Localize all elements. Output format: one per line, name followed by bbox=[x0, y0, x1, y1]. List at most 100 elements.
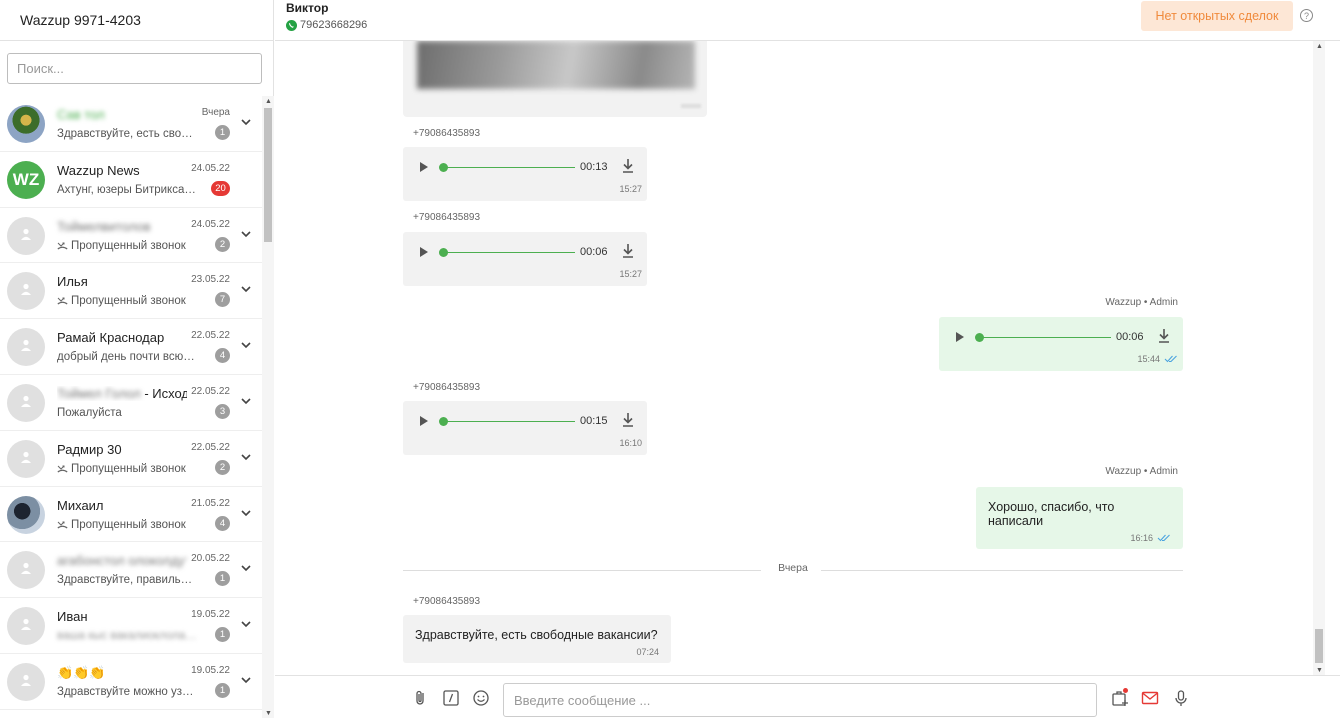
chat-list-item[interactable]: Тоймел Голол - Исход... Пожалуйста 22.05.2… bbox=[0, 375, 262, 431]
message-time: 16:16 bbox=[988, 533, 1171, 543]
chat-list-item[interactable]: 👏👏👏 Здравствуйте можно узна... 19.05.22 1 bbox=[0, 654, 262, 710]
chat-name: Иван bbox=[57, 609, 88, 625]
unread-badge: 1 bbox=[215, 682, 230, 698]
audio-progress-handle[interactable] bbox=[975, 333, 984, 342]
message-area-scrollbar[interactable]: ▲ ▼ bbox=[1313, 41, 1325, 675]
play-icon[interactable] bbox=[420, 416, 428, 426]
scrollbar-thumb[interactable] bbox=[1315, 629, 1323, 663]
chat-name: 👏👏👏 bbox=[57, 664, 106, 680]
image-message[interactable] bbox=[403, 41, 707, 117]
chat-list-item[interactable]: агабонстол олоколдут Здравствуйте, правил… bbox=[0, 542, 262, 599]
avatar bbox=[7, 216, 45, 255]
chat-date: 23.05.22 bbox=[191, 274, 230, 286]
chat-list-item[interactable]: Рамай Краснодар добрый день почти всю н..… bbox=[0, 319, 262, 375]
audio-progress-handle[interactable] bbox=[439, 417, 448, 426]
chat-list-panel: Wazzup 9971-4203 Сав тол Здравствуйте, ес… bbox=[0, 0, 274, 718]
account-title[interactable]: Wazzup 9971-4203 bbox=[0, 0, 273, 41]
audio-progress-track[interactable] bbox=[979, 337, 1111, 338]
mail-icon[interactable] bbox=[1141, 689, 1159, 707]
chat-name: агабонстол олоколдут bbox=[57, 553, 187, 569]
audio-progress-handle[interactable] bbox=[439, 248, 448, 257]
chat-list-item[interactable]: WZ Wazzup News Ахтунг, юзеры Битрикса! ...… bbox=[0, 152, 262, 208]
composer-bar bbox=[275, 675, 1340, 718]
voice-message: 00:13 15:27 bbox=[403, 147, 647, 201]
message-input[interactable] bbox=[503, 683, 1097, 717]
chat-date: 24.05.22 bbox=[191, 162, 230, 174]
scrollbar-thumb[interactable] bbox=[264, 108, 272, 242]
message-sender: +79086435893 bbox=[413, 596, 481, 607]
whatsapp-icon bbox=[286, 19, 297, 31]
chevron-down-icon[interactable] bbox=[240, 339, 252, 351]
chevron-down-icon[interactable] bbox=[240, 618, 252, 630]
download-icon[interactable] bbox=[621, 158, 635, 174]
voice-message: 00:06 15:27 bbox=[403, 232, 647, 286]
emoji-icon[interactable] bbox=[472, 689, 490, 707]
message-sender: Wazzup • Admin bbox=[1105, 297, 1178, 308]
microphone-icon[interactable] bbox=[1172, 689, 1190, 707]
chevron-down-icon[interactable] bbox=[240, 674, 252, 686]
chat-list-item[interactable]: Илья Пропущенный звонок 23.05.22 7 bbox=[0, 263, 262, 320]
chevron-down-icon[interactable] bbox=[240, 395, 252, 407]
voice-message-outgoing: 00:06 15:44 bbox=[939, 317, 1183, 371]
audio-progress-handle[interactable] bbox=[439, 163, 448, 172]
unread-badge: 2 bbox=[215, 236, 230, 252]
avatar-initials: WZ bbox=[12, 169, 40, 189]
help-icon[interactable]: ? bbox=[1300, 9, 1313, 22]
text-message-outgoing[interactable]: Хорошо, спасибо, что написали 16:16 bbox=[976, 487, 1183, 549]
chat-list-item[interactable]: Тоймелвитолов Пропущенный звонок 24.05.22 2 bbox=[0, 208, 262, 264]
search-input[interactable] bbox=[7, 53, 262, 84]
chat-date: 22.05.22 bbox=[191, 441, 230, 453]
image-preview[interactable] bbox=[417, 41, 695, 89]
download-icon[interactable] bbox=[1157, 328, 1171, 344]
message-time: 07:24 bbox=[636, 647, 659, 657]
unread-badge: 4 bbox=[215, 515, 230, 531]
chat-list-item[interactable]: Михаил Пропущенный звонок 21.05.22 4 bbox=[0, 487, 262, 543]
template-icon[interactable] bbox=[442, 689, 460, 707]
chat-list-item[interactable]: Радмир 30 Пропущенный звонок 22.05.22 2 bbox=[0, 431, 262, 487]
chat-preview: Пропущенный звонок bbox=[57, 240, 186, 252]
scroll-up-icon[interactable]: ▲ bbox=[265, 98, 272, 105]
avatar bbox=[7, 607, 45, 646]
avatar bbox=[7, 328, 45, 367]
play-icon[interactable] bbox=[956, 332, 964, 342]
message-time: 15:27 bbox=[619, 184, 642, 194]
play-icon[interactable] bbox=[420, 162, 428, 172]
play-icon[interactable] bbox=[420, 247, 428, 257]
chat-preview: добрый день почти всю н... bbox=[57, 351, 197, 364]
text-message-incoming[interactable]: Здравствуйте, есть свободные вакансии? 0… bbox=[403, 615, 671, 663]
chevron-down-icon[interactable] bbox=[240, 116, 252, 128]
chevron-down-icon[interactable] bbox=[240, 228, 252, 240]
chevron-down-icon[interactable] bbox=[240, 562, 252, 574]
chat-preview: Пропущенный звонок bbox=[57, 295, 186, 307]
chat-date: 22.05.22 bbox=[191, 330, 230, 342]
chat-date: Вчера bbox=[201, 107, 230, 118]
chat-header: Виктор 79623668296 Нет открытых сделок ? bbox=[275, 0, 1340, 41]
chat-name-visible-part: - Исход... bbox=[144, 385, 187, 401]
chevron-down-icon[interactable] bbox=[240, 507, 252, 519]
chat-list-item[interactable]: Сав тол Здравствуйте, есть свобо... Вчера 1 bbox=[0, 96, 262, 152]
message-sender: Wazzup • Admin bbox=[1105, 466, 1178, 477]
attach-icon[interactable] bbox=[412, 689, 430, 707]
no-open-deals-button[interactable]: Нет открытых сделок bbox=[1141, 1, 1293, 31]
message-sender: +79086435893 bbox=[413, 128, 481, 139]
chat-list-item[interactable]: Иван ваша кыс вакалиоклоладот 19.05.22 1 bbox=[0, 598, 262, 654]
unread-badge: 1 bbox=[215, 571, 230, 587]
scroll-up-icon[interactable]: ▲ bbox=[1316, 43, 1323, 50]
scroll-down-icon[interactable]: ▼ bbox=[1316, 667, 1323, 674]
chevron-down-icon[interactable] bbox=[240, 451, 252, 463]
chat-name: Сав тол bbox=[57, 107, 105, 122]
scroll-down-icon[interactable]: ▼ bbox=[265, 710, 272, 717]
chat-preview: Пропущенный звонок bbox=[57, 463, 186, 475]
download-icon[interactable] bbox=[621, 243, 635, 259]
download-icon[interactable] bbox=[621, 412, 635, 428]
unread-badge: 2 bbox=[215, 459, 230, 475]
chat-preview: Здравствуйте можно узна... bbox=[57, 685, 197, 698]
audio-duration: 00:13 bbox=[580, 161, 608, 173]
audio-progress-track[interactable] bbox=[443, 167, 575, 168]
audio-progress-track[interactable] bbox=[443, 421, 575, 422]
audio-progress-track[interactable] bbox=[443, 252, 575, 253]
chevron-down-icon[interactable] bbox=[240, 283, 252, 295]
chat-date: 22.05.22 bbox=[191, 385, 230, 397]
chat-list-scrollbar[interactable]: ▲ ▼ bbox=[262, 96, 274, 718]
avatar bbox=[7, 551, 45, 590]
